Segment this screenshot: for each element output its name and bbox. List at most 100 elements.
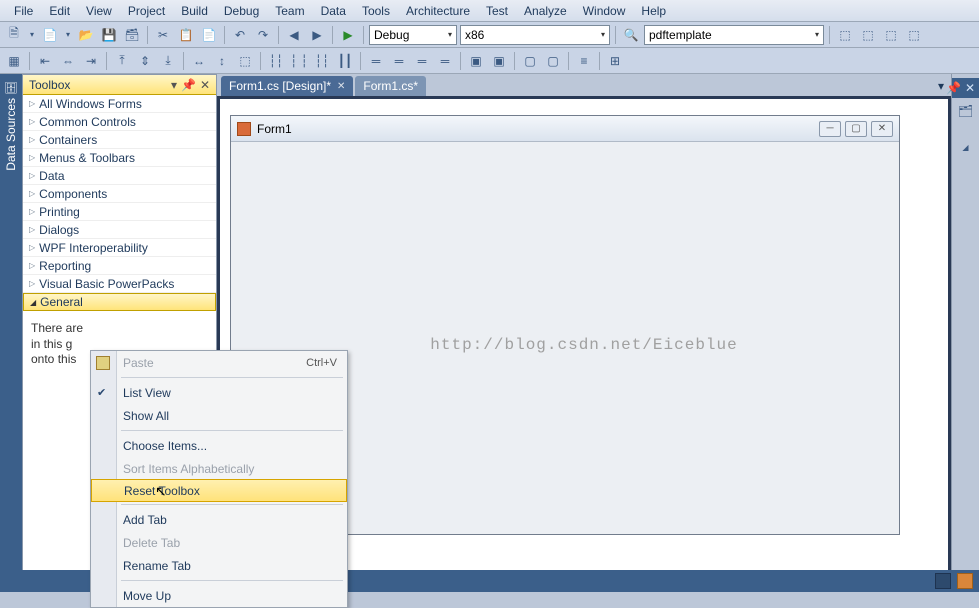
pin-icon[interactable]: 📌 [946,81,961,95]
merge-icon[interactable]: ⊞ [605,51,625,71]
toolbox-pin-icon[interactable]: 📌 [181,78,196,92]
tab-form-design[interactable]: Form1.cs [Design]* ✕ [221,76,353,96]
toolbox-category[interactable]: ▷Data [23,167,216,185]
find-combo[interactable]: pdftemplate▾ [644,25,824,45]
collapse-icon[interactable]: ◢ [957,138,975,156]
ctx-choose-items[interactable]: Choose Items... [91,434,347,457]
menu-analyze[interactable]: Analyze [516,1,575,21]
center-h-icon[interactable]: ▣ [466,51,486,71]
ctx-show-all[interactable]: Show All [91,404,347,427]
tab-label: Form1.cs [Design]* [229,79,331,93]
toolbox-dropdown-icon[interactable]: ▾ [171,78,177,92]
hspace-inc-icon[interactable]: ┆ ┆ [289,51,309,71]
vspace-equal-icon[interactable]: ═ [366,51,386,71]
toolbox-category[interactable]: ▷Components [23,185,216,203]
start-icon[interactable]: ▶ [338,25,358,45]
toolbox-category[interactable]: ▷WPF Interoperability [23,239,216,257]
same-height-icon[interactable]: ↕ [212,51,232,71]
toolbox-category[interactable]: ▷Containers [23,131,216,149]
menu-architecture[interactable]: Architecture [398,1,478,21]
menu-build[interactable]: Build [173,1,216,21]
send-back-icon[interactable]: ▢ [543,51,563,71]
config-combo[interactable]: Debug▾ [369,25,457,45]
vspace-inc-icon[interactable]: ═ [389,51,409,71]
menu-window[interactable]: Window [575,1,634,21]
status-icon-1[interactable] [935,573,951,589]
ctx-add-tab[interactable]: Add Tab [91,508,347,531]
data-sources-tab[interactable]: 🗄 Data Sources [0,74,22,592]
ctx-rename-tab[interactable]: Rename Tab [91,554,347,577]
minimize-icon[interactable]: ─ [819,121,841,137]
open-icon[interactable]: 📂 [76,25,96,45]
tool-icon-3[interactable]: ⬚ [881,25,901,45]
menu-project[interactable]: Project [120,1,173,21]
tab-form-code[interactable]: Form1.cs* [355,76,426,96]
toolbox-category[interactable]: ▷Common Controls [23,113,216,131]
nav-fwd-icon[interactable]: ▶ [307,25,327,45]
paste-icon[interactable]: 📄 [199,25,219,45]
close-icon[interactable]: ✕ [871,121,893,137]
dropdown-icon[interactable]: ▾ [63,25,73,45]
save-icon[interactable]: 💾 [99,25,119,45]
toolbox-category[interactable]: ▷Reporting [23,257,216,275]
toolbox-title: Toolbox [29,78,70,92]
menu-team[interactable]: Team [267,1,312,21]
menu-file[interactable]: File [6,1,41,21]
cut-icon[interactable]: ✂ [153,25,173,45]
menu-help[interactable]: Help [633,1,674,21]
toolbox-category[interactable]: ▷Visual Basic PowerPacks [23,275,216,293]
align-right-icon[interactable]: ⇥ [81,51,101,71]
align-left-icon[interactable]: ⇤ [35,51,55,71]
redo-icon[interactable]: ↷ [253,25,273,45]
menu-tools[interactable]: Tools [354,1,398,21]
hspace-dec-icon[interactable]: ┆┆ [312,51,332,71]
align-middle-icon[interactable]: ⇕ [135,51,155,71]
toolbox-category[interactable]: ▷Menus & Toolbars [23,149,216,167]
maximize-icon[interactable]: ▢ [845,121,867,137]
tab-close-icon[interactable]: ✕ [337,81,345,92]
tool-icon-1[interactable]: ⬚ [835,25,855,45]
hspace-equal-icon[interactable]: ┆┆ [266,51,286,71]
tab-order-icon[interactable]: ≡ [574,51,594,71]
expand-icon: ▷ [29,153,35,162]
ctx-move-up[interactable]: Move Up [91,584,347,607]
align-grid-icon[interactable]: ▦ [4,51,24,71]
tool-icon-2[interactable]: ⬚ [858,25,878,45]
status-icon-2[interactable] [957,573,973,589]
dropdown-icon[interactable]: ▾ [27,25,37,45]
toolbox-category[interactable]: ▷Printing [23,203,216,221]
menu-edit[interactable]: Edit [41,1,78,21]
vspace-dec-icon[interactable]: ═ [412,51,432,71]
center-v-icon[interactable]: ▣ [489,51,509,71]
nav-back-icon[interactable]: ◀ [284,25,304,45]
align-center-icon[interactable]: ⇔ [58,51,78,71]
toolbox-category-general[interactable]: ◢General [23,293,216,311]
align-bottom-icon[interactable]: ⤓ [158,51,178,71]
vspace-rem-icon[interactable]: ═ [435,51,455,71]
add-item-icon[interactable]: 📄 [40,25,60,45]
tool-icon-4[interactable]: ⬚ [904,25,924,45]
menu-debug[interactable]: Debug [216,1,267,21]
menu-data[interactable]: Data [313,1,354,21]
platform-combo[interactable]: x86▾ [460,25,610,45]
ctx-reset-toolbox[interactable]: Reset Toolbox [91,479,347,502]
toolbox-close-icon[interactable]: ✕ [200,78,210,92]
solution-explorer-icon[interactable]: 🗂 [957,102,975,120]
same-size-icon[interactable]: ⬚ [235,51,255,71]
toolbox-category[interactable]: ▷All Windows Forms [23,95,216,113]
close-icon[interactable]: ✕ [965,81,975,95]
platform-value: x86 [465,28,484,42]
bring-front-icon[interactable]: ▢ [520,51,540,71]
undo-icon[interactable]: ↶ [230,25,250,45]
find-icon[interactable]: 🔍 [621,25,641,45]
hspace-rem-icon[interactable]: ┃┃ [335,51,355,71]
menu-view[interactable]: View [78,1,120,21]
copy-icon[interactable]: 📋 [176,25,196,45]
ctx-list-view[interactable]: ✔ List View [91,381,347,404]
save-all-icon[interactable]: 🗃 [122,25,142,45]
new-project-icon[interactable]: 🗎 [4,25,24,45]
toolbox-category[interactable]: ▷Dialogs [23,221,216,239]
menu-test[interactable]: Test [478,1,516,21]
same-width-icon[interactable]: ↔ [189,51,209,71]
align-top-icon[interactable]: ⤒ [112,51,132,71]
